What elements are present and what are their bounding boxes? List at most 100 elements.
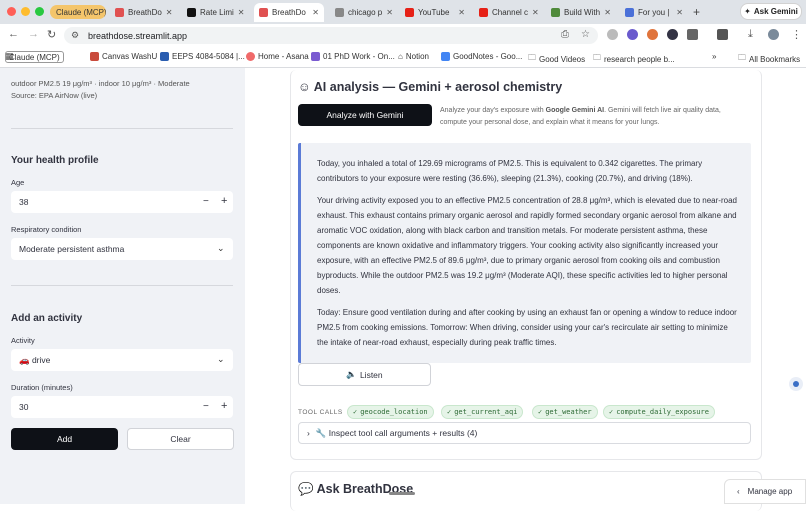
- activity-select[interactable]: 🚗 drive ⌄: [11, 349, 233, 371]
- sidepanel-icon[interactable]: [717, 29, 728, 40]
- manage-app-button[interactable]: ‹ Manage app: [724, 479, 806, 504]
- extension-icon[interactable]: [647, 29, 658, 40]
- tab-breathdose-active[interactable]: BreathDo ✕: [254, 3, 324, 22]
- bookmark-label: EEPS 4084-5084 |...: [172, 52, 245, 61]
- respiratory-select[interactable]: Moderate persistent asthma ⌄: [11, 238, 233, 260]
- google-icon: [335, 8, 344, 17]
- assistant-avatar-icon[interactable]: [789, 377, 803, 391]
- extensions-puzzle-icon[interactable]: [687, 29, 698, 40]
- tab-rate-limit[interactable]: Rate Limi ✕: [182, 3, 248, 22]
- close-window-button[interactable]: [7, 7, 16, 16]
- new-tab-button[interactable]: +: [693, 5, 700, 19]
- back-icon[interactable]: ←: [8, 28, 19, 40]
- check-icon: ✓: [538, 408, 543, 416]
- chevron-left-icon: ‹: [737, 487, 740, 496]
- home-icon: ⌂: [398, 52, 403, 61]
- close-tab-icon[interactable]: ✕: [532, 8, 539, 17]
- chevron-right-icon: ›: [307, 428, 310, 438]
- tool-call-expander[interactable]: › 🔧 Inspect tool call arguments + result…: [298, 422, 751, 444]
- extension-icon[interactable]: [667, 29, 678, 40]
- scrollbar[interactable]: [389, 492, 415, 495]
- close-tab-icon[interactable]: ✕: [386, 8, 393, 17]
- close-tab-icon[interactable]: ✕: [166, 8, 173, 17]
- check-icon: ✓: [447, 408, 452, 416]
- age-input[interactable]: 38 − +: [11, 191, 233, 213]
- tab-label: BreathDo: [272, 8, 306, 17]
- extension-icon[interactable]: [627, 29, 638, 40]
- profile-avatar[interactable]: [768, 29, 779, 40]
- download-icon[interactable]: ⤓: [748, 28, 753, 41]
- bookmark-label: Claude (MCP): [9, 52, 60, 62]
- manage-app-label: Manage app: [747, 487, 793, 496]
- tool-calls-label: TOOL CALLS: [298, 409, 343, 416]
- close-tab-icon[interactable]: ✕: [312, 8, 319, 17]
- listen-label: Listen: [359, 369, 383, 380]
- extension-icon[interactable]: [607, 29, 618, 40]
- decrement-button[interactable]: −: [203, 401, 209, 412]
- ai-analysis-title: AI analysis — Gemini + aerosol chemistry: [313, 80, 563, 94]
- gemini-caption: Analyze your day's exposure with Google …: [440, 105, 745, 129]
- bookmark-notion[interactable]: ⌂ Notion: [398, 52, 429, 61]
- site-settings-icon[interactable]: ⚙: [71, 30, 79, 41]
- expander-label: 🔧 Inspect tool call arguments + results …: [315, 427, 478, 438]
- more-bookmarks-icon[interactable]: »: [712, 52, 716, 61]
- tab-for-you[interactable]: For you | ✕: [620, 3, 688, 22]
- address-bar[interactable]: ⚙ breathdose.streamlit.app ⎙ ☆: [64, 27, 598, 44]
- analyze-with-gemini-button[interactable]: Analyze with Gemini: [298, 104, 432, 126]
- install-app-icon[interactable]: ⎙: [561, 29, 569, 40]
- tab-youtube[interactable]: YouTube ✕: [400, 3, 470, 22]
- folder-icon: 🗀: [738, 53, 746, 62]
- browser-toolbar: ← → ↻ ⚙ breathdose.streamlit.app ⎙ ☆ ⤓ ⋮: [0, 24, 806, 46]
- folder-icon: 🗀: [528, 53, 536, 62]
- age-label: Age: [11, 178, 25, 187]
- bookmark-claude[interactable]: Claude (MCP): [5, 51, 64, 63]
- forward-icon[interactable]: →: [28, 28, 39, 40]
- reload-icon[interactable]: ↻: [47, 28, 56, 41]
- bookmark-phd-work[interactable]: 01 PhD Work - On...: [311, 52, 395, 61]
- tab-claude-mcp[interactable]: Claude (MCP): [50, 5, 106, 19]
- bookmark-all[interactable]: 🗀 All Bookmarks: [738, 52, 800, 66]
- health-profile-heading: Your health profile: [11, 155, 99, 166]
- tab-label: Channel c: [492, 8, 529, 17]
- ai-analysis-heading: ☺ AI analysis — Gemini + aerosol chemist…: [298, 80, 562, 94]
- gmail-icon: [551, 8, 560, 17]
- report-paragraph: Today, you inhaled a total of 129.69 mic…: [317, 159, 703, 183]
- close-tab-icon[interactable]: ✕: [604, 8, 611, 17]
- sidebar: outdoor PM2.5 19 μg/m³ · indoor 10 μg/m³…: [0, 68, 245, 504]
- listen-button[interactable]: 🔈 Listen: [298, 363, 431, 386]
- tab-build-with[interactable]: Build With ✕: [546, 3, 616, 22]
- main-content: ☺ AI analysis — Gemini + aerosol chemist…: [245, 68, 806, 511]
- decrement-button[interactable]: −: [203, 196, 209, 207]
- respiratory-label: Respiratory condition: [11, 225, 82, 234]
- bookmark-asana[interactable]: Home - Asana: [246, 52, 309, 61]
- tab-label: Rate Limi: [200, 8, 234, 17]
- bookmark-canvas[interactable]: Canvas WashU: [90, 52, 157, 61]
- respiratory-value: Moderate persistent asthma: [19, 244, 125, 254]
- tab-chicago[interactable]: chicago p ✕: [330, 3, 396, 22]
- site-icon: [311, 52, 320, 61]
- bookmark-label: GoodNotes - Goo...: [453, 52, 523, 61]
- maximize-window-button[interactable]: [35, 7, 44, 16]
- site-icon: [160, 52, 169, 61]
- minimize-window-button[interactable]: [21, 7, 30, 16]
- bookmark-star-icon[interactable]: ☆: [581, 29, 590, 40]
- add-activity-button[interactable]: Add: [11, 428, 118, 450]
- close-tab-icon[interactable]: ✕: [238, 8, 245, 17]
- clear-button[interactable]: Clear: [127, 428, 234, 450]
- bookmark-eeps[interactable]: EEPS 4084-5084 |...: [160, 52, 245, 61]
- increment-button[interactable]: +: [221, 195, 227, 207]
- increment-button[interactable]: +: [221, 400, 227, 412]
- ask-gemini-button[interactable]: ✦ Ask Gemini: [740, 3, 802, 20]
- menu-icon[interactable]: ⋮: [791, 28, 802, 41]
- bookmark-good-videos[interactable]: 🗀 Good Videos: [528, 52, 585, 66]
- bookmark-research-people[interactable]: 🗀 research people b...: [593, 52, 675, 66]
- close-tab-icon[interactable]: ✕: [458, 8, 465, 17]
- bookmark-goodnotes[interactable]: GoodNotes - Goo...: [441, 52, 522, 61]
- close-tab-icon[interactable]: ✕: [676, 8, 683, 17]
- tab-breathdose-1[interactable]: BreathDo ✕: [110, 3, 176, 22]
- divider: [11, 285, 233, 286]
- gemini-report: Today, you inhaled a total of 129.69 mic…: [298, 143, 751, 363]
- tab-channel[interactable]: Channel c ✕: [474, 3, 542, 22]
- age-value: 38: [19, 197, 29, 207]
- duration-input[interactable]: 30 − +: [11, 396, 233, 418]
